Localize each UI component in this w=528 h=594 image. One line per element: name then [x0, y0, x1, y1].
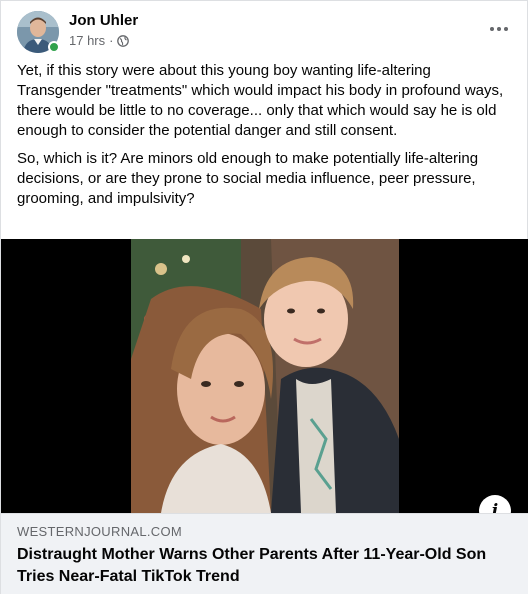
- post-timestamp[interactable]: 17 hrs: [69, 33, 105, 48]
- post-body: Yet, if this story were about this young…: [17, 61, 513, 217]
- globe-icon: [117, 34, 130, 47]
- author-name[interactable]: Jon Uhler: [69, 12, 138, 29]
- post-paragraph-1: Yet, if this story were about this young…: [17, 62, 504, 139]
- link-preview[interactable]: WESTERNJOURNAL.COM Distraught Mother War…: [1, 513, 528, 594]
- link-domain: WESTERNJOURNAL.COM: [17, 524, 183, 539]
- more-options-icon[interactable]: [485, 19, 513, 39]
- post-image[interactable]: [1, 239, 528, 513]
- facebook-post: Jon Uhler 17 hrs · Yet, if this story we…: [0, 0, 528, 594]
- mother-son-photo: [131, 239, 399, 513]
- link-headline[interactable]: Distraught Mother Warns Other Parents Af…: [17, 544, 497, 588]
- meta-separator: ·: [109, 33, 114, 48]
- post-header: Jon Uhler 17 hrs ·: [17, 11, 513, 55]
- online-status-dot: [48, 41, 60, 53]
- post-paragraph-2: So, which is it? Are minors old enough t…: [17, 150, 479, 207]
- post-meta: 17 hrs ·: [69, 33, 130, 48]
